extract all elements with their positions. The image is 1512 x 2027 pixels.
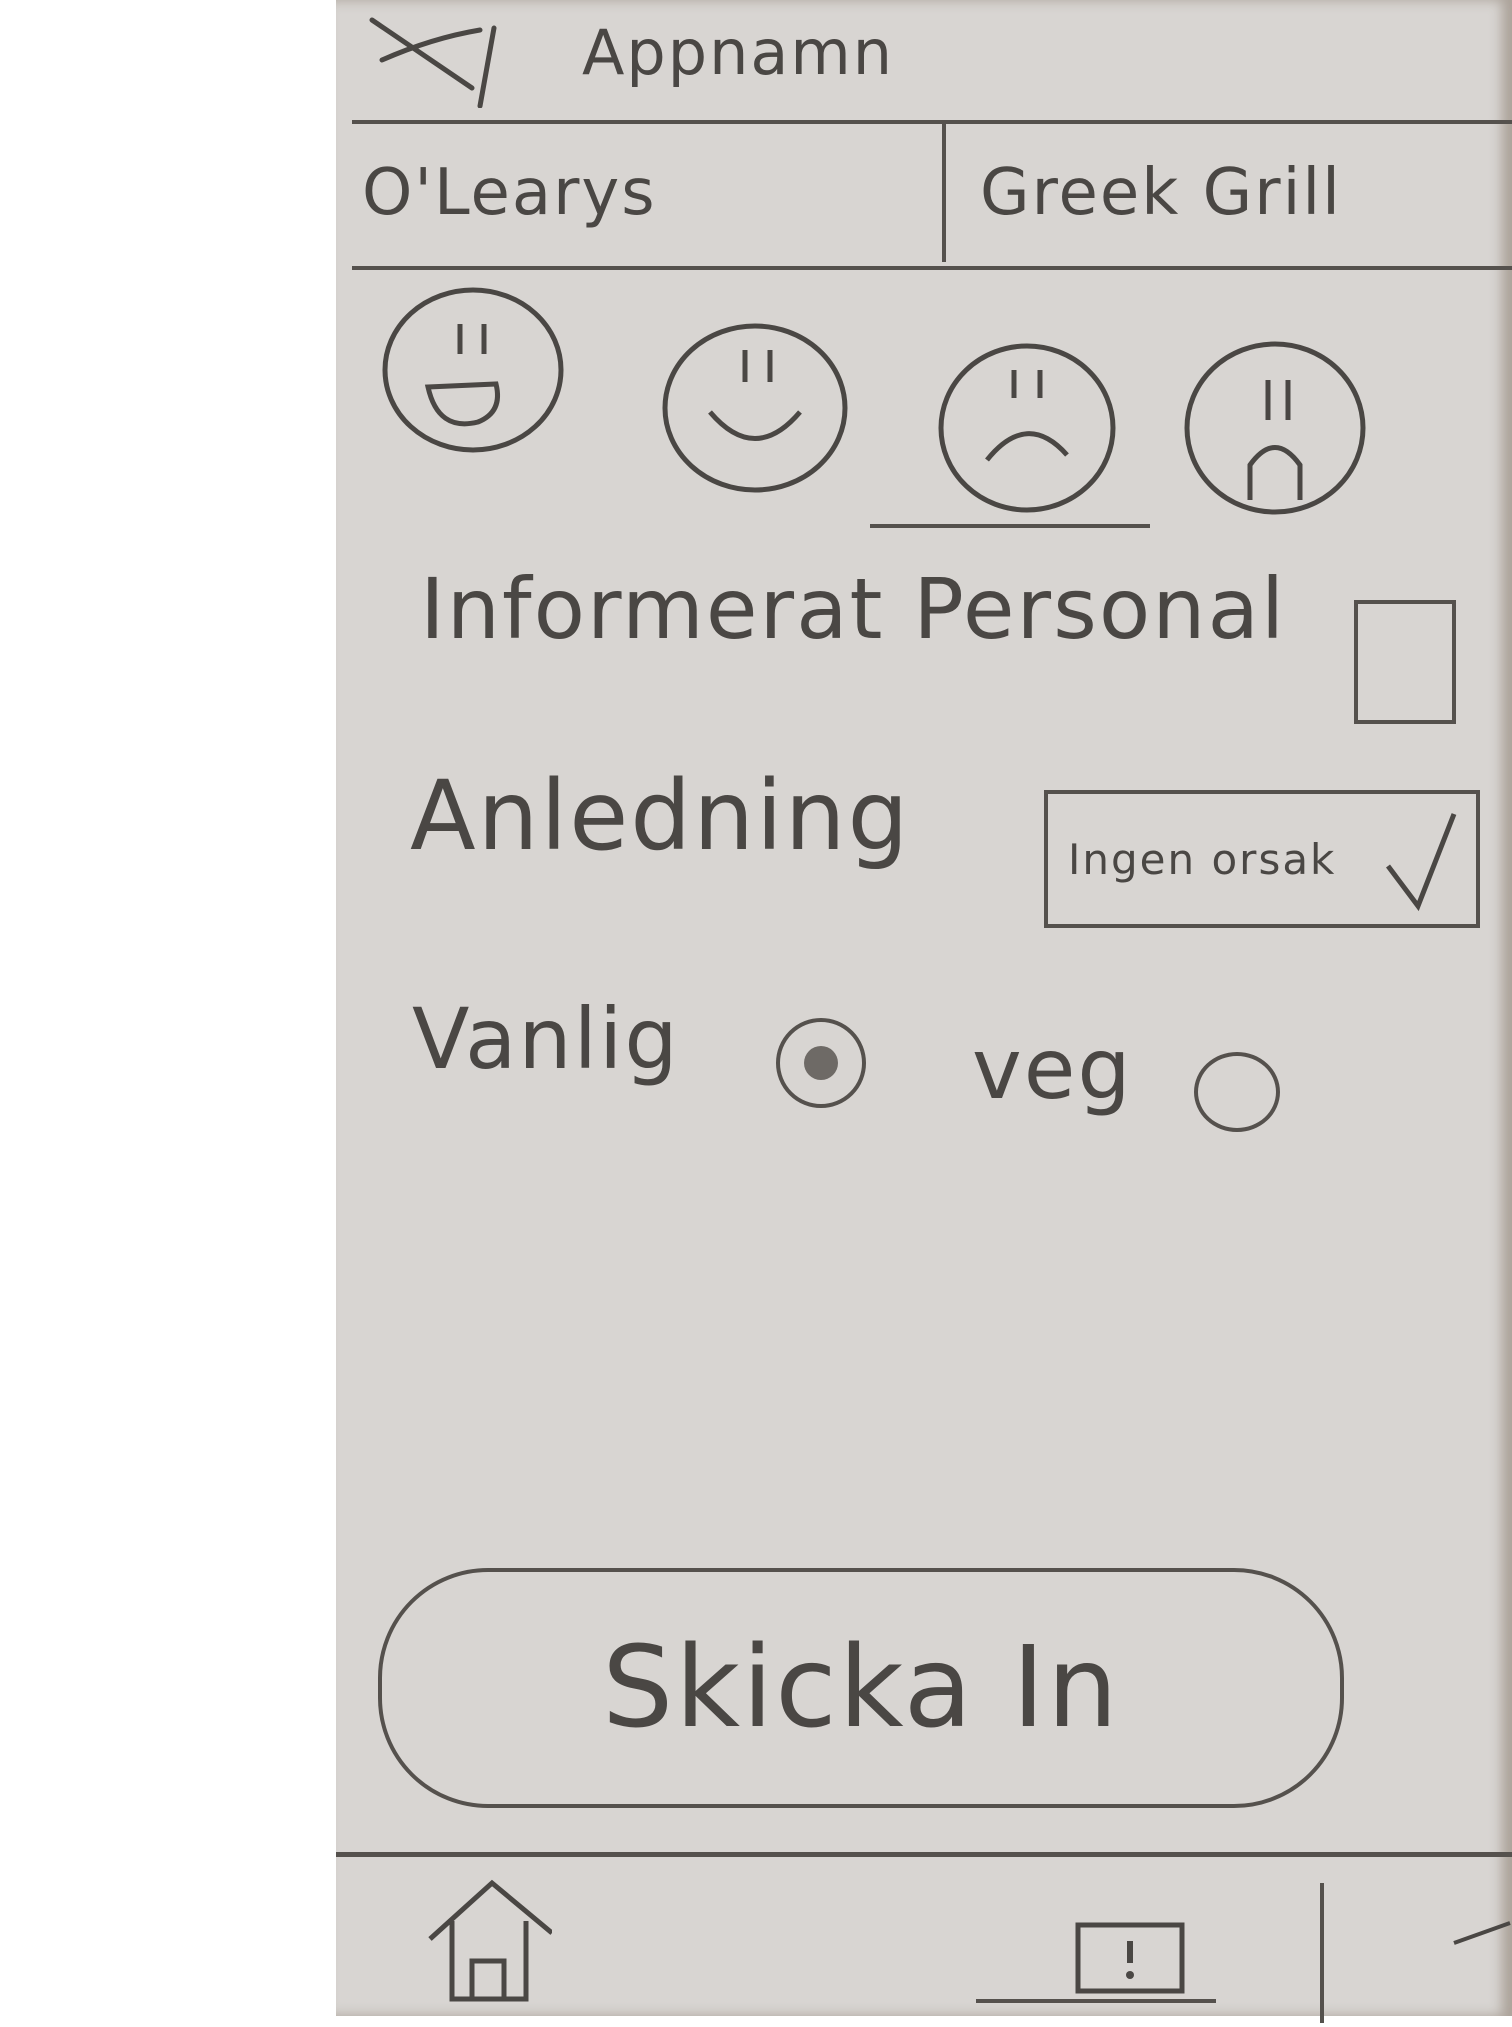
- home-icon: [428, 1879, 554, 2002]
- meal-option-veg-label: veg: [972, 1020, 1133, 1118]
- very-happy-face-icon: [382, 287, 564, 453]
- meal-option-vanlig-radio[interactable]: [776, 1018, 866, 1108]
- bottom-navigation: [336, 1852, 1512, 2023]
- active-tab-underline: [976, 1999, 1216, 2003]
- reason-select-value: Ingen orsak: [1068, 834, 1337, 884]
- chevron-down-icon: [1386, 813, 1457, 912]
- informed-staff-label: Informerat Personal: [420, 560, 1287, 658]
- close-icon: [369, 17, 497, 109]
- nav-home-button[interactable]: [422, 1875, 554, 2005]
- reason-label: Anledning: [410, 760, 911, 872]
- very-sad-face-icon: [1184, 341, 1366, 515]
- tab-greek-grill[interactable]: Greek Grill: [942, 124, 1502, 262]
- close-button[interactable]: [362, 8, 512, 109]
- rating-very-happy[interactable]: [378, 282, 568, 457]
- restaurant-tabs: O'Learys Greek Grill: [352, 124, 1512, 270]
- submit-button[interactable]: Skicka In: [378, 1568, 1344, 1808]
- rating-very-sad[interactable]: [1180, 340, 1370, 515]
- sad-face-icon: [938, 343, 1116, 513]
- meal-option-veg-radio[interactable]: [1194, 1052, 1280, 1132]
- happy-face-icon: [662, 323, 848, 493]
- app-header: Appnamn: [352, 0, 1512, 124]
- rating-happy[interactable]: [660, 320, 850, 495]
- informed-staff-checkbox[interactable]: [1354, 600, 1456, 724]
- meal-option-vanlig-label: Vanlig: [412, 990, 680, 1088]
- more-icon: [1453, 1921, 1511, 1945]
- nav-more-button[interactable]: [1320, 1883, 1512, 2023]
- radio-selected-dot: [804, 1046, 838, 1080]
- reason-select[interactable]: Ingen orsak: [1044, 790, 1480, 928]
- selected-rating-underline: [870, 524, 1150, 528]
- rating-sad[interactable]: [932, 340, 1122, 515]
- app-title: Appnamn: [582, 16, 895, 89]
- tab-olearys[interactable]: O'Learys: [362, 124, 922, 262]
